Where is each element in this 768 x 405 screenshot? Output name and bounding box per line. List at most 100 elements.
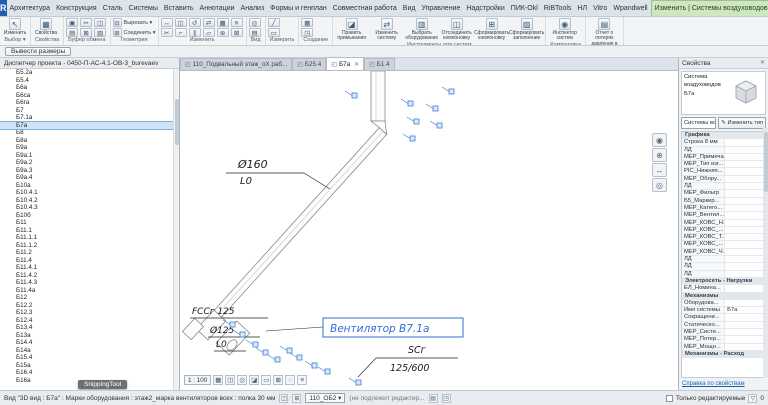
measure-icon[interactable]: ╱ [267,18,280,27]
property-value[interactable] [725,161,765,167]
browser-view-item[interactable]: Б12.3 [0,309,173,317]
grille-size-label[interactable]: 125/600 [390,363,429,374]
system-inspector-button[interactable]: ◉ Инспектор систем [548,18,581,42]
ribbon-tab[interactable]: Аннотации [197,0,238,16]
create-similar-icon[interactable]: ◳ [301,28,314,37]
ribbon-tab[interactable]: ПИК-Okl [508,0,541,16]
browser-view-item[interactable]: Б11.4 [0,257,173,265]
view-scale[interactable]: 1 : 100 [184,374,212,385]
browser-view-item[interactable]: Б6са [0,92,173,100]
ribbon-tab[interactable]: Анализ [238,0,268,16]
property-value[interactable] [725,263,765,269]
browser-view-item[interactable]: Б7 [0,107,173,115]
delete-element-icon[interactable]: ⊠ [230,28,243,37]
property-value[interactable] [725,154,765,160]
property-value[interactable]: Б7а [725,307,765,313]
browser-view-item[interactable]: Б11 [0,219,173,227]
ribbon-tab[interactable]: НЛ [574,0,590,16]
crop-view-icon[interactable]: ▭ [261,374,272,385]
annotation-tag[interactable] [229,321,236,328]
steering-wheel-icon[interactable]: ◉ [652,133,667,147]
filter-icon[interactable]: ▽ [748,393,758,403]
property-value[interactable] [725,314,765,320]
modify-tool-button[interactable]: ↖ Изменить [2,18,28,36]
property-value[interactable] [725,256,765,262]
cut-geometry-button[interactable]: ⊟ Вырезать ▾ [112,18,156,27]
hide-elements-icon[interactable]: ◌ [285,374,296,385]
browser-view-item[interactable]: Б10.4.3 [0,204,173,212]
zoom-icon[interactable]: ⊕ [652,148,667,162]
grille-code-label[interactable]: SCг [408,345,427,356]
system-type-dropdown[interactable]: Системы возду...▾ [681,117,717,129]
annotation-tag[interactable] [407,100,414,107]
browser-view-item[interactable]: Б11.4а [0,287,173,295]
browser-view-item[interactable]: Б9а [0,144,173,152]
properties-scrollbar[interactable] [763,128,768,378]
rotate-icon[interactable]: ↺ [188,18,201,27]
dimension-icon[interactable]: ▭ [267,28,280,37]
browser-view-item[interactable]: Б15а [0,362,173,370]
annotation-tag[interactable] [252,341,259,348]
match-type-icon[interactable]: ▤ [66,28,79,37]
property-category[interactable]: Механизмы [682,292,765,300]
property-value[interactable] [725,227,765,233]
property-value[interactable] [725,147,765,153]
design-options-icon[interactable]: ▤ [428,393,438,403]
close-view-icon[interactable]: ✕ [354,61,359,68]
property-value[interactable] [725,168,765,174]
annotation-tag[interactable] [448,88,455,95]
property-value[interactable] [725,322,765,328]
browser-view-item[interactable]: Б9а.2 [0,159,173,167]
copy-icon[interactable]: ◫ [94,18,107,27]
browser-view-item[interactable]: Б10а [0,182,173,190]
property-value[interactable] [725,336,765,342]
property-value[interactable] [725,271,765,277]
pressure-loss-report-button[interactable]: ▤Отчет о потерях давления в воздуховоде [588,18,621,45]
property-category[interactable]: Электросеть - Нагрузки [682,277,765,286]
browser-view-item[interactable]: Б16.4 [0,369,173,377]
browser-view-item[interactable]: Б9а.3 [0,167,173,175]
annotation-tag[interactable] [409,135,416,142]
isolate-icon[interactable]: ≡ [297,374,308,385]
browser-view-item[interactable]: Б6а [0,84,173,92]
ribbon-tab[interactable]: Вид [400,0,419,16]
fan-name-label[interactable]: Вентилятор В7.1а [330,323,429,335]
paste-icon[interactable]: ▣ [66,18,79,27]
browser-view-item[interactable]: Б11.1.1 [0,234,173,242]
create-group-icon[interactable]: ▦ [301,18,314,27]
browser-view-item[interactable]: Б6га [0,99,173,107]
fan-model-label[interactable]: FCCг 125 [192,307,235,317]
split-icon[interactable]: ✂ [160,28,173,37]
ribbon-tab[interactable]: Конструкция [53,0,100,16]
array-icon[interactable]: ▦ [216,18,229,27]
ribbon-tab-context[interactable]: Изменить | Системы воздуховодов [650,0,768,16]
browser-view-item[interactable]: Б10.4.1 [0,189,173,197]
property-value[interactable] [725,190,765,196]
ribbon-tab[interactable]: Управление [418,0,463,16]
browser-view-item[interactable]: Б11.4.1 [0,264,173,272]
annotation-tag[interactable] [274,356,281,363]
type-selector[interactable]: Система воздуховодов Б7а [681,71,766,115]
ribbon-tab[interactable]: Wpandwell [610,0,650,16]
offset-icon[interactable]: ∥ [188,28,201,37]
links-icon[interactable]: ⊞ [292,393,302,403]
sun-path-icon[interactable]: ◎ [237,374,248,385]
copy-element-icon[interactable]: ◫ [174,18,187,27]
property-value[interactable] [725,220,765,226]
view-tab[interactable]: ◰ Б7а ✕ [326,57,365,70]
browser-view-item[interactable]: Б7а [0,120,173,130]
property-value[interactable] [725,183,765,189]
property-value[interactable] [725,234,765,240]
browser-view-item[interactable]: Б15.4 [0,354,173,362]
pin-icon[interactable]: ⊕ [216,28,229,37]
property-value[interactable] [725,176,765,182]
property-value[interactable] [725,300,765,306]
drawing-canvas[interactable]: Ø160 L0 FCCг 125 Ø125 L0 Вентилятор В7.1… [180,71,678,390]
cut-icon[interactable]: ✂ [80,18,93,27]
active-workset-dropdown[interactable]: 110_ОБ2 ▾ [305,393,346,403]
ribbon-tab[interactable]: RiBTools [541,0,575,16]
orbit-icon[interactable]: ◎ [652,178,667,192]
select-equipment-button[interactable]: ▥ Выбрать оборудование [405,18,438,42]
ribbon-tab[interactable]: Сталь [100,0,126,16]
paint-icon[interactable]: ▧ [94,28,107,37]
